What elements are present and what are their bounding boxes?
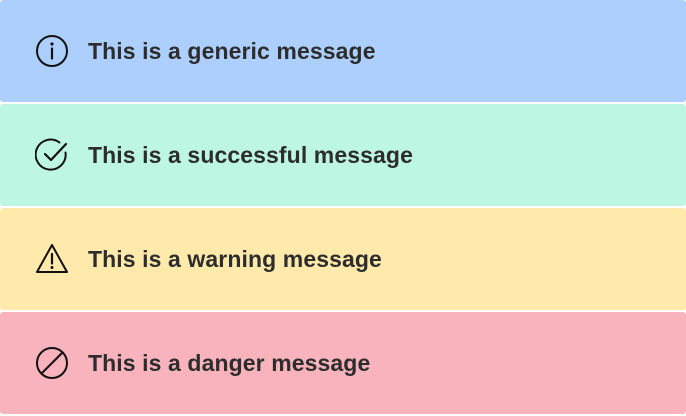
alert-message: This is a successful message [88,141,413,168]
alert-info: This is a generic message [0,0,686,102]
check-circle-icon [35,138,69,172]
alert-success: This is a successful message [0,104,686,206]
alert-list: This is a generic message This is a succ… [0,0,686,416]
alert-message: This is a generic message [88,37,376,64]
alert-message: This is a danger message [88,349,371,376]
info-circle-icon [35,34,69,68]
alert-warning: This is a warning message [0,208,686,310]
alert-danger: This is a danger message [0,312,686,414]
alert-message: This is a warning message [88,245,382,272]
ban-circle-icon [35,346,69,380]
warning-triangle-icon [35,242,69,276]
